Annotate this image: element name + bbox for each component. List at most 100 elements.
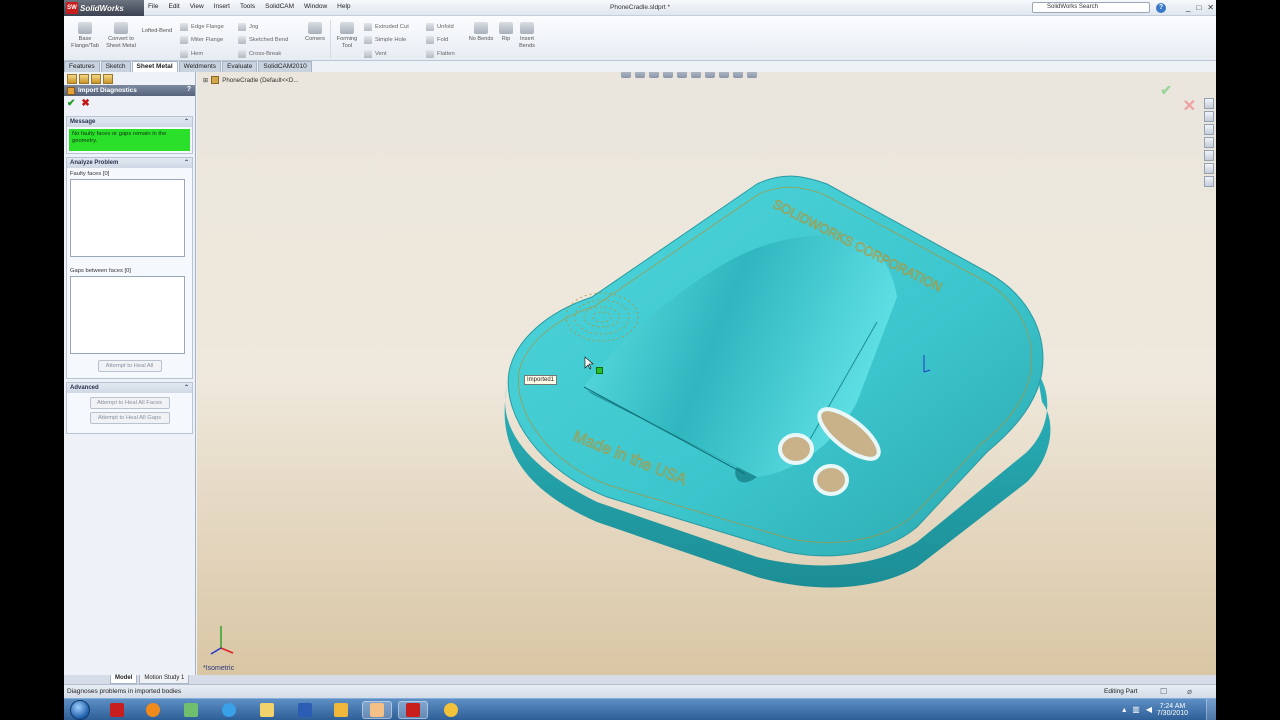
cancel-button[interactable]: ✖: [81, 98, 89, 109]
configuration-manager-tab-icon[interactable]: [91, 74, 101, 84]
hide-show-icon[interactable]: [705, 72, 715, 78]
taskbar-media-player[interactable]: [138, 701, 168, 719]
phone-cradle-model[interactable]: SOLIDWORKS CORPORATION Made in the USA: [197, 72, 1216, 675]
lofted-bend-button[interactable]: Lofted-Bend: [138, 28, 176, 35]
extruded-cut-button[interactable]: Extruded Cut: [364, 20, 409, 34]
zoom-to-fit-icon[interactable]: [621, 72, 631, 78]
tray-arrow-icon[interactable]: ▴: [1122, 705, 1126, 714]
gaps-list[interactable]: [70, 276, 185, 354]
taskbar-flower-app[interactable]: [436, 701, 466, 719]
display-manager-tab-icon[interactable]: [103, 74, 113, 84]
taskbar-network-app[interactable]: [176, 701, 206, 719]
start-button[interactable]: [70, 700, 90, 720]
status-bar: Diagnoses problems in imported bodies Ed…: [64, 684, 1216, 698]
tab-features[interactable]: Features: [64, 61, 100, 72]
hem-button[interactable]: Hem: [180, 47, 224, 61]
feature-manager-tab-icon[interactable]: [67, 74, 77, 84]
help-icon[interactable]: ?: [1156, 3, 1166, 13]
show-desktop-button[interactable]: [1206, 699, 1216, 720]
bend-group: Jog Sketched Bend Cross-Break: [238, 20, 288, 61]
clock[interactable]: 7:24 AM 7/30/2010: [1157, 703, 1188, 717]
previous-view-icon[interactable]: [649, 72, 659, 78]
section-view-icon[interactable]: [663, 72, 673, 78]
convert-sheet-metal-button[interactable]: Convert to Sheet Metal: [104, 22, 138, 49]
file-explorer-tab-icon[interactable]: [1204, 124, 1214, 135]
taskbar-solidworks[interactable]: [102, 701, 132, 719]
rebuild-icon[interactable]: ☐: [1160, 687, 1167, 696]
message-header[interactable]: Message ⌃: [67, 117, 192, 127]
folder-icon: [260, 703, 274, 717]
design-library-tab-icon[interactable]: [1204, 111, 1214, 122]
taskbar-solidworks-active[interactable]: [398, 701, 428, 719]
feature-tree-flyout[interactable]: ⊞ PhoneCradle (Default<<D...: [203, 76, 299, 84]
pm-help-icon[interactable]: ?: [187, 86, 191, 93]
insert-bends-button[interactable]: Insert Bends: [514, 22, 540, 49]
analyze-problem-header[interactable]: Analyze Problem ⌃: [67, 158, 192, 168]
custom-properties-tab-icon[interactable]: [1204, 176, 1214, 187]
maximize-button[interactable]: □: [1196, 3, 1201, 12]
sketched-bend-button[interactable]: Sketched Bend: [238, 34, 288, 48]
volume-icon[interactable]: ◀: [1146, 705, 1152, 714]
collapse-icon[interactable]: ⌃: [184, 384, 189, 391]
zoom-area-icon[interactable]: [635, 72, 645, 78]
graphics-area[interactable]: SOLIDWORKS CORPORATION Made in the USA I…: [197, 72, 1216, 675]
collapse-icon[interactable]: ⌃: [184, 159, 189, 166]
close-button[interactable]: ✕: [1207, 3, 1214, 12]
miter-flange-button[interactable]: Miter Flange: [180, 34, 224, 48]
taskbar-notepad[interactable]: [362, 701, 392, 719]
rip-button[interactable]: Rip: [498, 22, 514, 43]
confirmation-ok-icon[interactable]: ✔: [1160, 82, 1172, 99]
edge-flange-button[interactable]: Edge Flange: [180, 20, 224, 34]
appearances-tab-icon[interactable]: [1204, 163, 1214, 174]
taskbar-internet-explorer[interactable]: [214, 701, 244, 719]
collapse-icon[interactable]: ⌃: [184, 118, 189, 125]
no-bends-button[interactable]: No Bends: [466, 22, 496, 43]
clock-time: 7:24 AM: [1159, 703, 1186, 710]
tab-motion-study-1[interactable]: Motion Study 1: [139, 675, 190, 684]
tab-sheet-metal[interactable]: Sheet Metal: [131, 61, 178, 72]
confirmation-cancel-icon[interactable]: ✕: [1183, 96, 1196, 116]
view-orientation-icon[interactable]: [677, 72, 687, 78]
network-tray-icon[interactable]: ▥: [1132, 705, 1140, 714]
advanced-header[interactable]: Advanced ⌃: [67, 383, 192, 393]
search-tab-icon[interactable]: [1204, 137, 1214, 148]
vent-button[interactable]: Vent: [364, 47, 409, 61]
forming-tool-button[interactable]: Forming Tool: [332, 22, 362, 49]
resources-tab-icon[interactable]: [1204, 98, 1214, 109]
tab-sketch[interactable]: Sketch: [100, 61, 131, 72]
apply-scene-icon[interactable]: [733, 72, 743, 78]
taskbar-word[interactable]: [290, 701, 320, 719]
tab-weldments[interactable]: Weldments: [178, 61, 222, 72]
cross-break-icon: [238, 49, 246, 58]
unfold-button[interactable]: Unfold: [426, 20, 455, 34]
attempt-heal-gaps-button[interactable]: Attempt to Heal All Gaps: [89, 412, 170, 424]
taskbar-paint[interactable]: [326, 701, 356, 719]
display-style-icon[interactable]: [691, 72, 701, 78]
flatten-button[interactable]: Flatten: [426, 47, 455, 61]
taskbar-file-explorer[interactable]: [252, 701, 282, 719]
tab-model[interactable]: Model: [110, 675, 138, 684]
quick-tips-icon[interactable]: ⌀: [1187, 687, 1192, 696]
attempt-heal-all-button[interactable]: Attempt to Heal All: [97, 360, 162, 372]
expand-icon[interactable]: ⊞: [203, 77, 208, 84]
pm-title: Import Diagnostics: [78, 87, 137, 94]
search-input[interactable]: SolidWorks Search: [1032, 2, 1150, 13]
faulty-faces-list[interactable]: [70, 179, 185, 257]
minimize-button[interactable]: _: [1186, 3, 1190, 12]
imported-body-marker[interactable]: [596, 367, 603, 374]
imported-tag[interactable]: Imported1: [524, 375, 558, 385]
ok-button[interactable]: ✔: [67, 98, 75, 109]
jog-button[interactable]: Jog: [238, 20, 288, 34]
view-palette-tab-icon[interactable]: [1204, 150, 1214, 161]
tab-evaluate[interactable]: Evaluate: [222, 61, 258, 72]
base-flange-button[interactable]: Base Flange/Tab: [68, 22, 102, 49]
corners-button[interactable]: Corners: [300, 22, 330, 43]
fold-button[interactable]: Fold: [426, 34, 455, 48]
edit-appearance-icon[interactable]: [719, 72, 729, 78]
tab-solidcam2010[interactable]: SolidCAM2010: [258, 61, 312, 72]
attempt-heal-faces-button[interactable]: Attempt to Heal All Faces: [89, 397, 170, 409]
simple-hole-button[interactable]: Simple Hole: [364, 34, 409, 48]
property-manager-tab-icon[interactable]: [79, 74, 89, 84]
cross-break-button[interactable]: Cross-Break: [238, 47, 288, 61]
view-settings-icon[interactable]: [747, 72, 757, 78]
